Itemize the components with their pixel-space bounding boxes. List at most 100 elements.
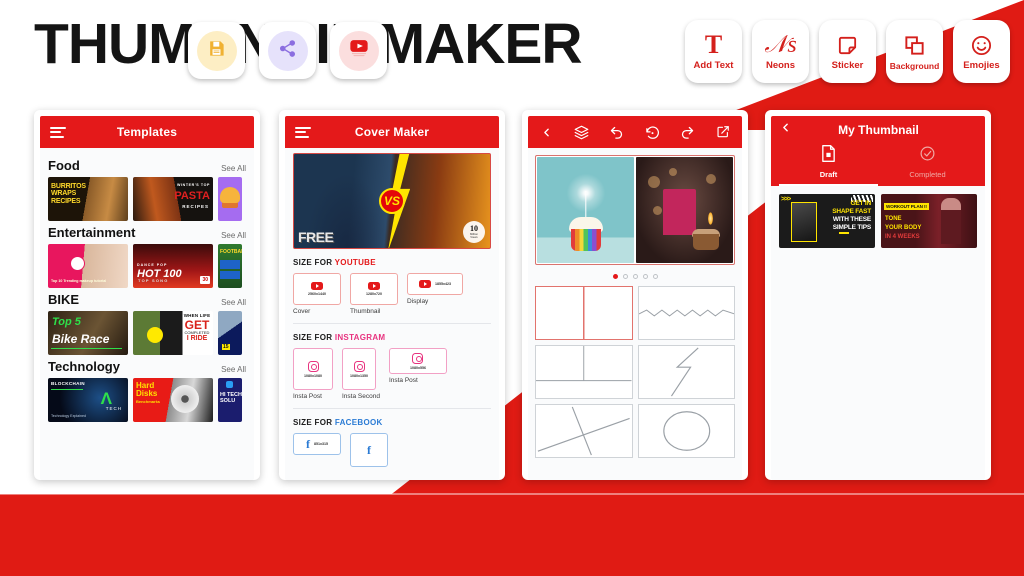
youtube-icon [368,282,380,290]
template-card[interactable]: Top 5 Bike Race [48,311,128,355]
template-card[interactable]: Hard Disks Benchmarks [133,378,213,422]
tool-label: Add Text [693,60,734,71]
carousel-dot[interactable] [642,274,648,279]
save-disk-icon [207,39,226,63]
see-all-link-entertainment[interactable]: See All [221,231,246,240]
size-option[interactable]: 1080x556 Insta Post [388,348,447,384]
size-option[interactable]: 2560x1440 Cover [293,273,341,315]
see-all-link-food[interactable]: See All [221,164,246,173]
carousel-dots[interactable] [535,274,735,279]
layout-option-cross-diagonal[interactable] [535,404,633,458]
template-card[interactable]: WINTER'S TOP PASTA RECIPES [133,177,213,221]
category-header-bike: BIKE See All [48,292,246,307]
layout-option-zigzag-split[interactable] [637,345,735,399]
back-chevron-icon[interactable] [779,121,792,139]
see-all-link-technology[interactable]: See All [221,365,246,374]
editor-body [528,148,742,480]
template-card-line3: I RIDE [186,334,208,342]
carousel-dot[interactable] [622,274,628,279]
redo-icon[interactable] [680,125,695,140]
template-row-food[interactable]: BURRITOS WRAPS RECIPES WINTER'S TOP PAST… [48,177,246,221]
carousel-dot[interactable] [652,274,658,279]
thumbnail-item[interactable]: WORKOUT PLAN !! TONE YOUR BODY IN 4 WEEK… [881,194,977,248]
save-button[interactable] [188,22,245,79]
template-card[interactable]: WHEN LIFE GET COMPLETED I RIDE [133,311,213,355]
reset-icon[interactable] [645,125,660,140]
template-card[interactable]: HI TECH SOLU [218,378,242,422]
canvas-photo-left[interactable] [537,157,634,263]
sticker-button[interactable]: Sticker [819,20,876,83]
tab-draft[interactable]: Draft [779,144,878,186]
template-card[interactable]: Top 10 Trending makeup tutorial [48,244,128,288]
size-option[interactable]: 1280x720 Thumbnail [350,273,398,315]
size-option[interactable]: 1080x1080 Insta Post [293,348,333,400]
size-label: Insta Post [388,377,418,384]
size-option[interactable]: f [350,433,388,467]
youtube-icon [348,37,370,64]
hero-banner[interactable]: VS FREE 10 Million Views [293,153,491,249]
see-all-link-bike[interactable]: See All [221,298,246,307]
template-card[interactable]: 15 [218,311,242,355]
editor-canvas[interactable] [535,155,735,265]
template-card-sub: RECIPES [182,204,209,209]
add-text-button[interactable]: T Add Text [685,20,742,83]
layout-option-wavy-split[interactable] [637,286,735,340]
share-button[interactable] [259,22,316,79]
youtube-button[interactable] [330,22,387,79]
carousel-dot[interactable] [632,274,638,279]
tab-completed[interactable]: Completed [878,144,977,186]
template-card[interactable] [218,177,242,221]
template-card-caption: Top 10 Trending makeup tutorial [51,279,107,284]
neons-button[interactable]: 𝒩s Neons [752,20,809,83]
thumbnail-item[interactable]: >>> GET IN SHAPE FAST WITH THESE SIMPLE … [779,194,875,248]
size-option[interactable]: 1855x423 Display [407,273,463,305]
tool-label: Neons [765,60,796,71]
template-row-entertainment[interactable]: Top 10 Trending makeup tutorial DANCE PO… [48,244,246,288]
layout-option-circle-cutout[interactable] [637,404,735,458]
layers-icon[interactable] [574,125,589,140]
size-label: Insta Second [342,393,380,400]
template-card[interactable]: DANCE POP HOT 100 TOP SONG 30 [133,244,213,288]
template-card-tech: TECH [105,406,122,411]
template-row-bike[interactable]: Top 5 Bike Race WHEN LIFE GET COMPLETED … [48,311,246,355]
bottom-toolbar-divider [0,493,1024,495]
check-circle-icon [919,146,936,167]
sticker-icon [836,32,859,58]
draft-file-icon [820,145,837,167]
template-card[interactable]: BLOCKCHAIN Λ TECH Technology Explained [48,378,128,422]
thumbnail-grid: >>> GET IN SHAPE FAST WITH THESE SIMPLE … [779,194,977,248]
size-dimension: 851x315 [314,442,328,446]
hamburger-icon[interactable] [50,126,66,138]
template-card-pill: 30 [200,276,210,284]
size-label: Insta Post [293,393,322,400]
tool-label: Background [889,60,940,71]
divider [293,323,491,324]
size-option[interactable]: f 851x315 [293,433,341,455]
size-option[interactable]: 1080x1350 Insta Second [342,348,380,400]
emojies-button[interactable]: Emojies [953,20,1010,83]
layout-option-two-vertical[interactable] [535,286,633,340]
layout-grid [535,286,735,458]
size-section-youtube: SIZE FOR YOUTUBE 2560x1440 Cover 1280x72 [293,258,491,324]
views-badge: 10 Million Views [463,221,485,243]
carousel-dot[interactable] [612,274,618,279]
undo-icon[interactable] [609,125,624,140]
back-chevron-icon[interactable] [540,126,553,139]
canvas-photo-right[interactable] [636,157,733,263]
hero-free-label: FREE [298,229,334,245]
bottom-tools: T Add Text 𝒩s Neons Sticker Background E… [685,20,1010,83]
template-card-title: Hard Disks [136,381,158,398]
hamburger-icon[interactable] [295,126,311,138]
template-card[interactable]: FOOTBALL [218,244,242,288]
my-thumbnail-title: My Thumbnail [838,123,919,137]
export-icon[interactable] [716,125,730,139]
template-card[interactable]: BURRITOS WRAPS RECIPES [48,177,128,221]
facebook-icon: f [306,437,310,451]
layout-option-three-pane[interactable] [535,345,633,399]
background-button[interactable]: Background [886,20,943,83]
template-card-title: FOOTBALL [220,249,242,255]
size-section-facebook: SIZE FOR FACEBOOK f 851x315 f [293,418,491,467]
thumbnail-tag: WORKOUT PLAN !! [884,203,929,210]
lambda-icon: Λ [100,389,112,408]
template-row-technology[interactable]: BLOCKCHAIN Λ TECH Technology Explained H… [48,378,246,422]
